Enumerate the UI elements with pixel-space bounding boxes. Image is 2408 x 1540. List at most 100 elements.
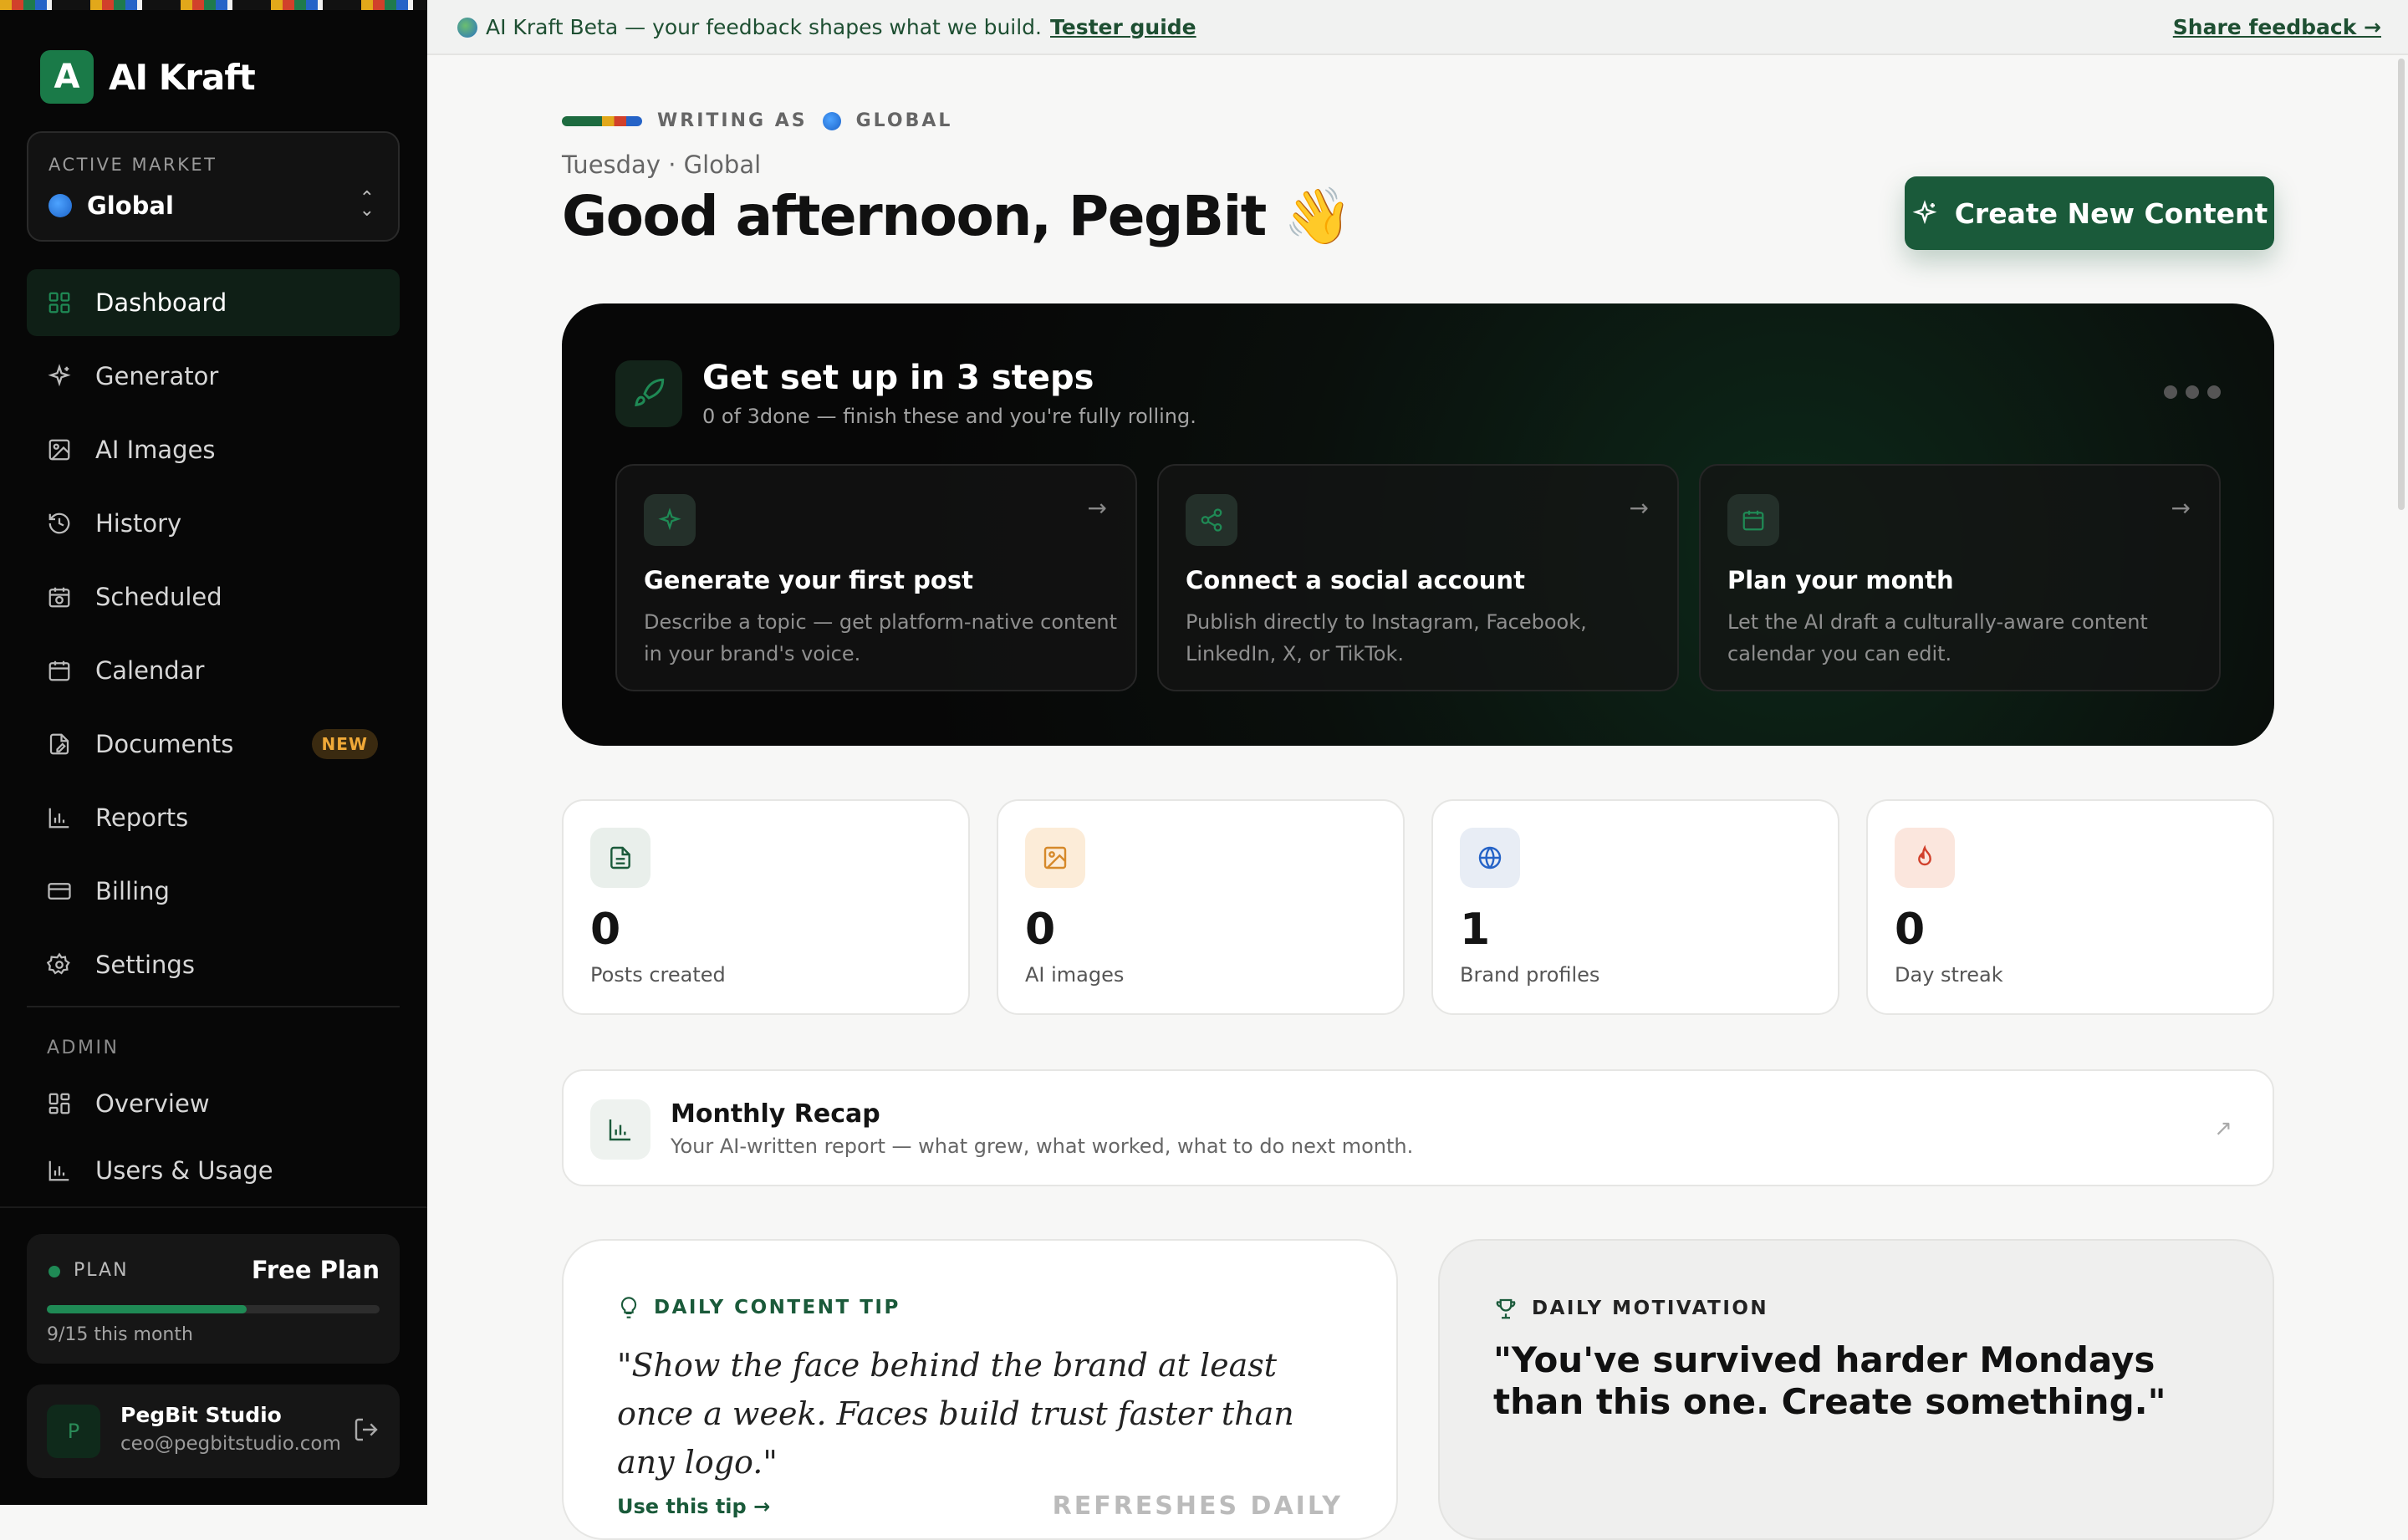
tip-refresh-label: REFRESHES DAILY xyxy=(1052,1492,1343,1521)
app-name: AI Kraft xyxy=(109,56,256,98)
step-title: Connect a social account xyxy=(1186,566,1525,594)
plan-label: PLAN xyxy=(74,1260,129,1281)
stat-label: AI images xyxy=(1025,963,1125,987)
sidebar-item-dashboard[interactable]: Dashboard xyxy=(27,269,400,336)
setup-step-connect-social[interactable]: → Connect a social account Publish direc… xyxy=(1157,464,1679,691)
sparkles-icon xyxy=(1912,200,1937,225)
main-content: WRITING AS GLOBAL Tuesday · Global Good … xyxy=(562,0,2274,1540)
stat-card-posts: 0 Posts created xyxy=(562,799,970,1015)
sidebar-nav: Dashboard Generator AI Images History Sc… xyxy=(27,269,400,1005)
sidebar-item-label: Billing xyxy=(95,877,170,905)
setup-title: Get set up in 3 steps xyxy=(702,359,1094,397)
motivation-quote: "You've survived harder Mondays than thi… xyxy=(1493,1339,2166,1422)
arrow-right-icon: → xyxy=(1087,494,1107,522)
calendar-icon xyxy=(47,658,72,683)
stat-value: 0 xyxy=(1895,905,1926,955)
writing-as-value: GLOBAL xyxy=(855,110,953,131)
plan-status-dot xyxy=(48,1266,60,1277)
arrow-up-right-icon: ↗ xyxy=(2214,1116,2232,1141)
globe-icon xyxy=(1460,828,1520,888)
tip-label: DAILY CONTENT TIP xyxy=(617,1296,900,1319)
stat-value: 0 xyxy=(1025,905,1056,955)
grid-icon xyxy=(47,290,72,315)
create-new-content-button[interactable]: Create New Content xyxy=(1905,176,2274,250)
calendar-clock-icon xyxy=(47,584,72,609)
sidebar-item-documents[interactable]: Documents NEW xyxy=(27,711,400,778)
bar-chart-icon xyxy=(47,805,72,830)
setup-card: Get set up in 3 steps 0 of 3done — finis… xyxy=(562,303,2274,746)
motivation-label: DAILY MOTIVATION xyxy=(1493,1296,1768,1321)
user-card[interactable]: P PegBit Studio ceo@pegbitstudio.com xyxy=(27,1384,400,1478)
stat-card-ai-images: 0 AI images xyxy=(997,799,1405,1015)
step-title: Plan your month xyxy=(1727,566,1954,594)
step-title: Generate your first post xyxy=(644,566,973,594)
sparkles-icon xyxy=(644,494,696,546)
plan-card[interactable]: PLAN Free Plan 9/15 this month xyxy=(27,1234,400,1364)
monthly-recap-card[interactable]: Monthly Recap Your AI-written report — w… xyxy=(562,1069,2274,1186)
sidebar-item-overview[interactable]: Overview xyxy=(27,1073,400,1134)
chevron-up-down-icon: ⌃ ⌄ xyxy=(359,188,375,221)
recap-title: Monthly Recap xyxy=(671,1099,880,1129)
sidebar-item-history[interactable]: History xyxy=(27,490,400,557)
sidebar-item-calendar[interactable]: Calendar xyxy=(27,637,400,704)
user-name: PegBit Studio xyxy=(120,1403,282,1427)
step-description: Describe a topic — get platform-native c… xyxy=(644,610,1118,665)
market-name: Global xyxy=(87,191,174,220)
new-badge: NEW xyxy=(311,729,378,759)
dashboard-icon xyxy=(47,1091,72,1116)
stat-label: Posts created xyxy=(590,963,726,987)
sidebar-item-label: Generator xyxy=(95,362,219,390)
stat-label: Day streak xyxy=(1895,963,2003,987)
daily-motivation-card: DAILY MOTIVATION "You've survived harder… xyxy=(1438,1239,2274,1540)
sidebar-item-settings[interactable]: Settings xyxy=(27,931,400,998)
step-description: Let the AI draft a culturally-aware cont… xyxy=(1727,610,2148,665)
app-logo[interactable]: A AI Kraft xyxy=(40,50,256,104)
more-options-icon[interactable] xyxy=(2164,385,2221,399)
recap-description: Your AI-written report — what grew, what… xyxy=(671,1135,1414,1158)
stat-label: Brand profiles xyxy=(1460,963,1600,987)
setup-subtitle: 0 of 3done — finish these and you're ful… xyxy=(702,405,1196,428)
sidebar-item-billing[interactable]: Billing xyxy=(27,858,400,925)
market-value: Global xyxy=(48,191,174,220)
use-tip-link[interactable]: Use this tip → xyxy=(617,1495,770,1518)
globe-icon xyxy=(48,194,72,217)
trophy-icon xyxy=(1496,1298,1516,1319)
market-selector[interactable]: ACTIVE MARKET Global ⌃ ⌄ xyxy=(27,131,400,242)
sidebar-item-label: Users & Usage xyxy=(95,1156,273,1185)
globe-icon xyxy=(822,111,841,130)
sidebar-item-users-usage[interactable]: Users & Usage xyxy=(27,1140,400,1201)
stat-value: 0 xyxy=(590,905,621,955)
create-button-label: Create New Content xyxy=(1954,196,2268,230)
brand-color-strip xyxy=(0,0,427,10)
sidebar-item-label: AI Images xyxy=(95,436,216,464)
sidebar-item-scheduled[interactable]: Scheduled xyxy=(27,563,400,630)
writing-as: WRITING AS GLOBAL xyxy=(562,110,952,131)
stat-value: 1 xyxy=(1460,905,1491,955)
motivation-label-text: DAILY MOTIVATION xyxy=(1532,1298,1769,1319)
sidebar-item-ai-images[interactable]: AI Images xyxy=(27,416,400,483)
stats-row: 0 Posts created 0 AI images 1 Brand prof… xyxy=(562,799,2274,1015)
stat-card-day-streak: 0 Day streak xyxy=(1866,799,2274,1015)
document-icon xyxy=(590,828,650,888)
setup-step-generate-post[interactable]: → Generate your first post Describe a to… xyxy=(615,464,1137,691)
rocket-icon xyxy=(615,360,682,427)
sidebar-item-reports[interactable]: Reports xyxy=(27,784,400,851)
image-icon xyxy=(47,437,72,462)
admin-nav: Overview Users & Usage xyxy=(27,1073,400,1207)
sidebar-item-label: Documents xyxy=(95,730,234,758)
document-edit-icon xyxy=(47,732,72,757)
logout-icon[interactable] xyxy=(353,1416,380,1443)
sidebar-item-generator[interactable]: Generator xyxy=(27,343,400,410)
step-description: Publish directly to Instagram, Facebook,… xyxy=(1186,610,1587,665)
share-icon xyxy=(1186,494,1237,546)
setup-step-plan-month[interactable]: → Plan your month Let the AI draft a cul… xyxy=(1699,464,2221,691)
calendar-icon xyxy=(1727,494,1779,546)
gear-icon xyxy=(47,952,72,977)
image-icon xyxy=(1025,828,1085,888)
history-icon xyxy=(47,511,72,536)
daily-tip-card: DAILY CONTENT TIP "Show the face behind … xyxy=(562,1239,1398,1540)
page-scrollbar[interactable] xyxy=(2398,59,2405,510)
sidebar-item-label: Overview xyxy=(95,1089,210,1118)
sidebar-item-label: Reports xyxy=(95,803,189,832)
plan-usage-text: 9/15 this month xyxy=(47,1324,193,1345)
